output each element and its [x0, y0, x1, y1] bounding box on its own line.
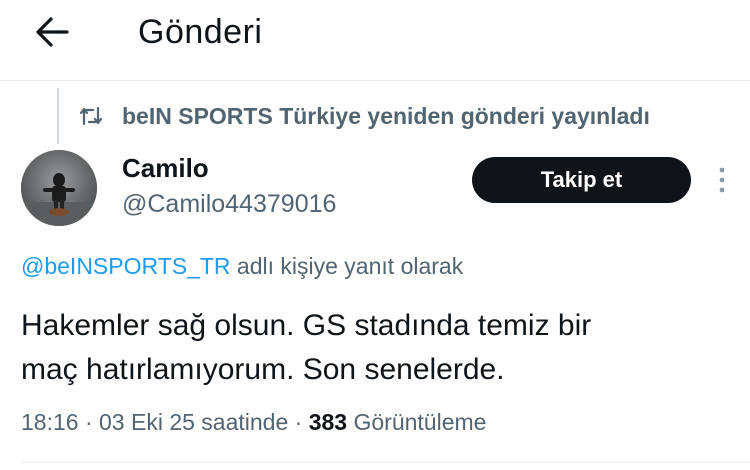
- reply-mention-link[interactable]: @beINSPORTS_TR: [21, 253, 231, 279]
- page-title: Gönderi: [138, 13, 263, 51]
- avatar[interactable]: [21, 150, 97, 226]
- meta-separator: ·: [288, 409, 309, 435]
- avatar-image: [21, 150, 97, 226]
- reply-context: @beINSPORTS_TR adlı kişiye yanıt olarak: [21, 250, 463, 282]
- post-date[interactable]: 03 Eki 25 saatinde: [99, 409, 288, 435]
- author-handle[interactable]: @Camilo44379016: [122, 188, 336, 220]
- repost-text: beIN SPORTS Türkiye yeniden gönderi yayı…: [122, 102, 650, 129]
- thread-connector-line: [57, 88, 59, 144]
- meta-separator: ·: [78, 409, 100, 435]
- divider: [21, 462, 750, 463]
- top-bar: Gönderi: [0, 0, 750, 81]
- post-time[interactable]: 18:16: [21, 409, 79, 435]
- more-vertical-icon: [719, 167, 725, 193]
- arrow-left-icon: [36, 17, 69, 47]
- repost-icon: [78, 103, 104, 129]
- follow-button[interactable]: Takip et: [472, 157, 691, 203]
- views-label: Görüntüleme: [347, 409, 487, 435]
- repost-indicator[interactable]: beIN SPORTS Türkiye yeniden gönderi yayı…: [78, 100, 650, 132]
- back-button[interactable]: [28, 8, 76, 56]
- post-metadata: 18:16 · 03 Eki 25 saatinde · 383 Görüntü…: [21, 406, 486, 438]
- reply-context-suffix: adlı kişiye yanıt olarak: [230, 253, 464, 279]
- post-text-line: Hakemler sağ olsun. GS stadında temiz bi…: [21, 309, 592, 342]
- post-text: Hakemler sağ olsun. GS stadında temiz bi…: [21, 304, 731, 392]
- views-count[interactable]: 383: [309, 409, 347, 435]
- more-options-button[interactable]: [712, 163, 732, 197]
- author-display-name[interactable]: Camilo: [122, 152, 209, 184]
- post-text-line: maç hatırlamıyorum. Son senelerde.: [21, 353, 505, 386]
